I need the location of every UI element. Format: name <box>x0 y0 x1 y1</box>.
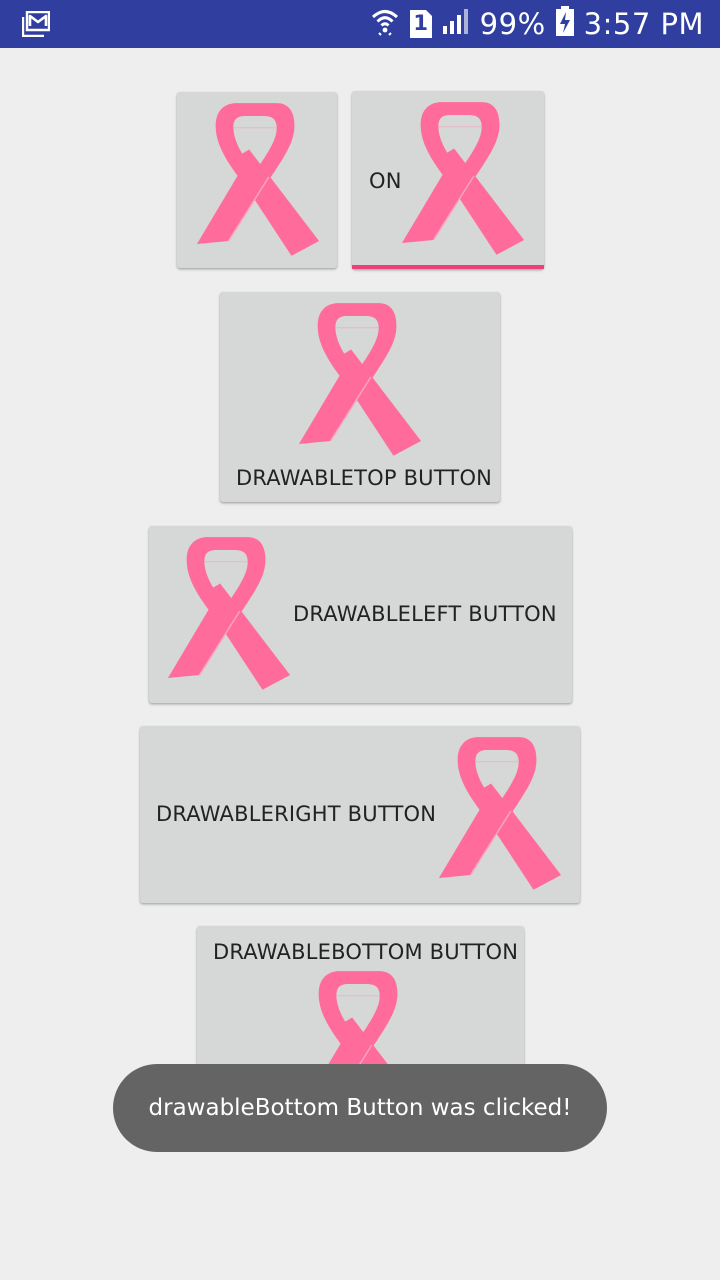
pink-ribbon-icon <box>296 300 424 458</box>
drawable-bottom-button-label: DRAWABLEBOTTOM BUTTON <box>213 940 519 964</box>
pink-ribbon-icon <box>165 534 293 692</box>
drawable-right-button[interactable]: DRAWABLERIGHT BUTTON <box>140 726 580 903</box>
gmail-notification-icon <box>21 10 51 41</box>
drawable-left-button[interactable]: DRAWABLELEFT BUTTON <box>149 526 572 703</box>
sim-slot-icon: 1 <box>409 10 432 38</box>
battery-charging-icon <box>555 5 574 43</box>
pink-ribbon-icon <box>436 734 564 892</box>
toggle-button[interactable]: ON <box>352 91 544 269</box>
sim-slot-number: 1 <box>413 11 428 35</box>
drawable-top-button-label: DRAWABLETOP BUTTON <box>236 466 493 490</box>
status-icons: 1 99% 3:57 PM <box>370 0 704 48</box>
pink-ribbon-icon <box>194 100 322 258</box>
drawable-right-button-label: DRAWABLERIGHT BUTTON <box>156 802 437 826</box>
toast-text: drawableBottom Button was clicked! <box>148 1095 572 1121</box>
drawable-left-button-label: DRAWABLELEFT BUTTON <box>293 602 557 626</box>
status-bar: 1 99% 3:57 PM <box>0 0 720 48</box>
pink-ribbon-icon <box>399 99 527 257</box>
toggle-on-indicator <box>352 265 544 269</box>
clock: 3:57 PM <box>583 7 704 41</box>
signal-icon <box>442 7 470 41</box>
battery-percent: 99% <box>479 7 546 41</box>
toast-message: drawableBottom Button was clicked! <box>113 1064 607 1152</box>
image-button[interactable] <box>177 92 337 268</box>
wifi-icon <box>370 6 400 43</box>
drawable-top-button[interactable]: DRAWABLETOP BUTTON <box>220 292 500 502</box>
toggle-button-label: ON <box>369 169 402 193</box>
